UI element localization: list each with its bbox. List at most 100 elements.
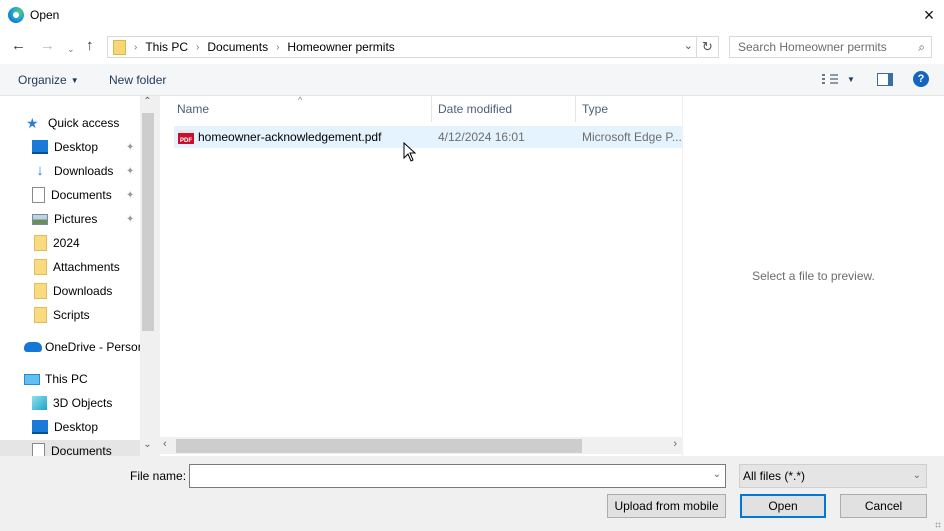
sidebar-item-label: Documents bbox=[51, 444, 112, 456]
pin-icon: ✦ bbox=[126, 189, 135, 201]
sidebar-item-this-pc[interactable]: This PC bbox=[24, 368, 155, 390]
sidebar-item-downloads-folder[interactable]: Downloads bbox=[34, 280, 155, 302]
view-dropdown-icon[interactable]: ▼ bbox=[847, 75, 855, 84]
sidebar-item-label: Documents bbox=[51, 188, 112, 202]
folder-icon bbox=[34, 283, 47, 299]
sidebar-item-scripts[interactable]: Scripts bbox=[34, 304, 155, 326]
desktop-icon bbox=[32, 420, 48, 434]
desktop-icon bbox=[32, 140, 48, 154]
sidebar-item-label: Pictures bbox=[54, 212, 98, 226]
sidebar-item-documents-pc[interactable]: Documents bbox=[0, 440, 140, 456]
folder-icon bbox=[34, 259, 47, 275]
up-button[interactable]: ↑ bbox=[86, 38, 94, 54]
sidebar-item-pictures[interactable]: Pictures ✦ bbox=[32, 208, 155, 230]
sidebar-item-label: This PC bbox=[45, 372, 88, 386]
scroll-down-icon[interactable]: ⌄ bbox=[140, 439, 155, 456]
pin-icon: ✦ bbox=[126, 165, 135, 177]
command-toolbar: Organize ▼ New folder ▼ ? bbox=[0, 64, 944, 96]
file-name: homeowner-acknowledgement.pdf bbox=[198, 130, 382, 144]
edge-app-icon bbox=[8, 7, 24, 23]
computer-icon bbox=[24, 373, 40, 385]
column-header-date-modified[interactable]: Date modified bbox=[432, 96, 576, 122]
recent-locations-button[interactable]: ⌄ bbox=[67, 41, 75, 57]
breadcrumb-separator: › bbox=[134, 41, 138, 53]
column-header-name[interactable]: Name ^ bbox=[160, 95, 432, 122]
organize-label: Organize bbox=[18, 73, 67, 87]
new-folder-button[interactable]: New folder bbox=[109, 73, 166, 87]
sidebar-item-label: Desktop bbox=[54, 140, 99, 154]
close-icon: × bbox=[923, 4, 935, 25]
sidebar-scrollbar[interactable]: ⌃ ⌄ bbox=[140, 96, 155, 456]
sort-ascending-icon: ^ bbox=[298, 95, 303, 105]
chevron-down-icon[interactable]: ⌄ bbox=[713, 469, 721, 480]
document-icon bbox=[32, 443, 45, 456]
back-button[interactable]: ← bbox=[11, 38, 26, 54]
column-label: Name bbox=[177, 102, 210, 116]
cloud-icon bbox=[24, 342, 42, 352]
sidebar-item-label: 3D Objects bbox=[53, 396, 113, 410]
sidebar-item-label: 2024 bbox=[53, 236, 80, 250]
document-icon bbox=[32, 187, 45, 203]
preview-message: Select a file to preview. bbox=[752, 269, 875, 283]
cancel-button[interactable]: Cancel bbox=[840, 494, 927, 518]
file-name-input[interactable] bbox=[190, 465, 700, 487]
preview-pane: Select a file to preview. bbox=[683, 96, 944, 456]
refresh-button[interactable]: ↻ bbox=[697, 36, 719, 58]
resize-grip[interactable] bbox=[935, 522, 941, 528]
mouse-cursor-icon bbox=[403, 142, 417, 162]
sidebar-item-onedrive[interactable]: OneDrive - Persor bbox=[24, 336, 144, 358]
address-dropdown-icon[interactable]: ⌄ bbox=[684, 39, 693, 52]
sidebar-item-downloads[interactable]: ↓ Downloads ✦ bbox=[32, 160, 155, 182]
sidebar-item-label: OneDrive - Persor bbox=[45, 340, 142, 354]
sidebar-item-label: Desktop bbox=[54, 420, 99, 434]
file-type-filter-value: All files (*.*) bbox=[743, 469, 806, 483]
file-date-modified: 4/12/2024 16:01 bbox=[438, 130, 525, 144]
sidebar-item-attachments[interactable]: Attachments bbox=[34, 256, 155, 278]
scroll-left-icon[interactable]: ‹ bbox=[163, 438, 167, 450]
open-button[interactable]: Open bbox=[740, 494, 826, 518]
preview-pane-icon[interactable] bbox=[877, 73, 893, 86]
breadcrumb-this-pc[interactable]: This PC bbox=[145, 40, 188, 54]
breadcrumb-separator[interactable]: › bbox=[276, 42, 279, 53]
pictures-icon bbox=[32, 213, 48, 225]
address-bar[interactable]: › This PC › Documents › Homeowner permit… bbox=[107, 36, 697, 58]
title-bar: Open × bbox=[0, 0, 944, 30]
download-icon: ↓ bbox=[36, 162, 44, 179]
scroll-right-icon[interactable]: › bbox=[673, 438, 677, 450]
sidebar-item-desktop[interactable]: Desktop ✦ bbox=[32, 136, 155, 158]
file-name-combobox[interactable]: ⌄ bbox=[189, 464, 726, 488]
file-row[interactable]: PDF homeowner-acknowledgement.pdf 4/12/2… bbox=[174, 126, 682, 148]
sidebar-item-desktop-pc[interactable]: Desktop bbox=[32, 416, 155, 438]
navigation-pane: ★ Quick access Desktop ✦ ↓ Downloads ✦ D… bbox=[0, 96, 155, 456]
scrollbar-thumb[interactable] bbox=[176, 439, 582, 453]
forward-button[interactable]: → bbox=[40, 38, 55, 54]
file-type-filter-select[interactable]: All files (*.*) ⌄ bbox=[739, 464, 927, 488]
sidebar-item-documents[interactable]: Documents ✦ bbox=[32, 184, 155, 206]
help-icon[interactable]: ? bbox=[913, 71, 929, 87]
search-icon[interactable]: ⌕ bbox=[918, 40, 925, 55]
sidebar-item-2024[interactable]: 2024 bbox=[34, 232, 155, 254]
organize-button[interactable]: Organize ▼ bbox=[18, 73, 79, 87]
close-button[interactable]: × bbox=[914, 0, 944, 30]
file-list-horizontal-scrollbar[interactable]: ‹ › bbox=[160, 437, 682, 454]
caret-down-icon: ▼ bbox=[70, 76, 79, 85]
upload-from-mobile-button[interactable]: Upload from mobile bbox=[607, 494, 726, 518]
breadcrumb-documents[interactable]: Documents bbox=[207, 40, 268, 54]
window-title: Open bbox=[30, 8, 60, 22]
sidebar-item-label: Downloads bbox=[54, 164, 114, 178]
view-options-icon[interactable] bbox=[822, 74, 838, 86]
search-box[interactable]: ⌕ bbox=[729, 36, 932, 58]
breadcrumb-separator[interactable]: › bbox=[196, 42, 199, 53]
scrollbar-thumb[interactable] bbox=[142, 113, 154, 331]
sidebar-item-quick-access[interactable]: ★ Quick access bbox=[26, 112, 155, 134]
sidebar-item-label: Downloads bbox=[53, 284, 113, 298]
sidebar-item-label: Attachments bbox=[53, 260, 120, 274]
folder-icon bbox=[113, 39, 126, 55]
sidebar-item-3d-objects[interactable]: 3D Objects bbox=[32, 392, 155, 414]
file-name-label: File name: bbox=[130, 469, 187, 483]
search-input[interactable] bbox=[738, 37, 913, 57]
breadcrumb-homeowner-permits[interactable]: Homeowner permits bbox=[287, 40, 394, 54]
column-header-type[interactable]: Type bbox=[576, 96, 682, 122]
file-list: Name ^ Date modified Type PDF homeowner-… bbox=[160, 95, 682, 456]
scroll-up-icon[interactable]: ⌃ bbox=[140, 96, 155, 113]
